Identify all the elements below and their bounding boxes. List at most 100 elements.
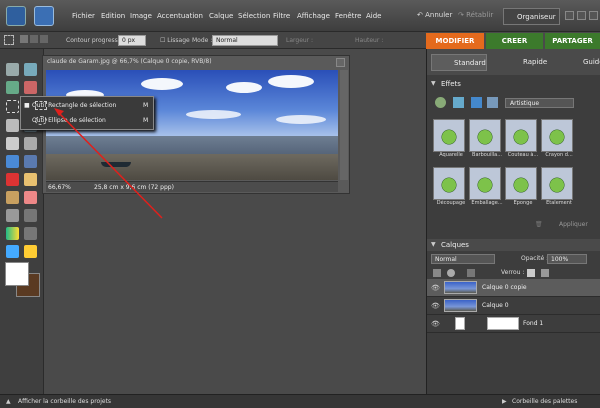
magic-wand-tool-icon[interactable]	[6, 119, 19, 132]
menu-filtre[interactable]: Filtre	[273, 12, 290, 20]
straighten-tool-icon[interactable]	[24, 155, 37, 168]
photo-effects-icon[interactable]	[471, 97, 482, 108]
clone-stamp-tool-icon[interactable]	[6, 191, 19, 204]
menu-image[interactable]: Image	[130, 12, 152, 20]
brush-tool-icon[interactable]	[6, 209, 19, 222]
flyout-item-rectangle[interactable]: ■ Outil Rectangle de sélection M	[24, 99, 151, 112]
layer-name: Calque 0	[482, 302, 509, 309]
blur-tool-icon[interactable]	[6, 245, 19, 258]
lock-transparency-icon[interactable]	[527, 269, 535, 277]
menu-aide[interactable]: Aide	[366, 12, 381, 20]
eye-icon[interactable]: 👁	[431, 320, 440, 328]
organizer-button[interactable]: Organiseur	[503, 8, 560, 25]
layer-row[interactable]: 👁 Fond 1	[427, 315, 600, 333]
minimize-icon[interactable]	[565, 11, 574, 20]
filters-icon[interactable]	[435, 97, 446, 108]
eye-icon[interactable]: 👁	[431, 302, 440, 310]
undo-button[interactable]: ↶ Annuler	[417, 11, 452, 19]
feather-input[interactable]: 0 px	[118, 35, 146, 46]
effect-thumb[interactable]: Crayon d...	[541, 119, 577, 158]
sponge-tool-icon[interactable]	[24, 245, 37, 258]
photo-sea	[46, 136, 338, 154]
type-tool-icon[interactable]	[6, 137, 19, 150]
camera-icon[interactable]	[6, 6, 26, 26]
effect-thumb[interactable]: Eponge	[505, 167, 541, 206]
eyedropper-tool-icon[interactable]	[24, 81, 37, 94]
effect-thumb[interactable]: Aquarelle	[433, 119, 469, 158]
maximize-icon[interactable]	[577, 11, 586, 20]
effect-preview	[469, 167, 501, 200]
move-tool-icon[interactable]	[6, 63, 19, 76]
gradient-tool-icon[interactable]	[6, 227, 19, 240]
layer-row[interactable]: 👁 Calque 0	[427, 297, 600, 315]
delete-layer-icon[interactable]	[467, 269, 475, 277]
layer-row[interactable]: 👁 Calque 0 copie	[427, 279, 600, 297]
effects-category-select[interactable]: Artistique	[505, 98, 574, 108]
project-bin-icon[interactable]: ▲	[6, 398, 11, 405]
menu-calque[interactable]: Calque	[209, 12, 233, 20]
close-icon[interactable]	[589, 11, 598, 20]
zoom-tool-icon[interactable]	[24, 63, 37, 76]
effect-thumb[interactable]: Découpage	[433, 167, 469, 206]
crop-tool-icon[interactable]	[24, 137, 37, 150]
adjustment-layer-icon[interactable]	[447, 269, 455, 277]
layer-name: Calque 0 copie	[482, 284, 527, 291]
subtab-standard[interactable]: Standard	[431, 54, 487, 71]
eraser-tool-icon[interactable]	[24, 191, 37, 204]
menu-fichier[interactable]: Fichier	[72, 12, 95, 20]
blend-mode-select[interactable]: Normal	[431, 254, 495, 264]
menu-fenetre[interactable]: Fenêtre	[335, 12, 361, 20]
healing-brush-tool-icon[interactable]	[24, 173, 37, 186]
menu-accentuation[interactable]: Accentuation	[157, 12, 203, 20]
mode-select[interactable]: Normal	[212, 35, 278, 46]
effect-label: Eponge	[513, 200, 533, 206]
tab-creer[interactable]: CREER	[486, 33, 543, 49]
effect-thumb[interactable]: Emballage...	[469, 167, 505, 206]
document-close-icon[interactable]	[336, 58, 345, 67]
tab-partager[interactable]: PARTAGER	[545, 33, 600, 49]
cookie-cutter-tool-icon[interactable]	[6, 155, 19, 168]
lock-all-icon[interactable]	[541, 269, 549, 277]
effect-thumb[interactable]: Etalement	[541, 167, 577, 206]
new-layer-icon[interactable]	[433, 269, 441, 277]
apply-button[interactable]: Appliquer	[559, 221, 588, 228]
red-eye-tool-icon[interactable]	[6, 173, 19, 186]
redo-button[interactable]: ↷ Rétablir	[458, 11, 493, 19]
flyout-item-shortcut: M	[143, 117, 149, 124]
paint-bucket-tool-icon[interactable]	[24, 209, 37, 222]
subtab-rapide[interactable]: Rapide	[501, 54, 551, 71]
custom-shape-tool-icon[interactable]	[24, 227, 37, 240]
menu-edition[interactable]: Edition	[101, 12, 125, 20]
antialias-checkbox[interactable]: ☐ Lissage	[160, 37, 190, 44]
opacity-input[interactable]: 100%	[547, 254, 587, 264]
effect-thumb[interactable]: Barbouilla...	[469, 119, 505, 158]
palette-bin-button[interactable]: Corbeille des palettes	[512, 398, 577, 405]
foreground-color-swatch[interactable]	[5, 262, 29, 286]
subtab-guide[interactable]: Guidé	[561, 54, 600, 71]
effect-label: Crayon d...	[545, 152, 573, 158]
hand-tool-icon[interactable]	[6, 81, 19, 94]
layer-thumbnail	[444, 299, 477, 312]
subtract-selection-icon[interactable]	[40, 35, 48, 43]
home-icon[interactable]	[34, 6, 54, 26]
eye-icon[interactable]: 👁	[431, 284, 440, 292]
new-selection-icon[interactable]	[20, 35, 28, 43]
effect-thumb[interactable]: Couteau à...	[505, 119, 541, 158]
palette-bin-icon[interactable]: ▶	[502, 398, 507, 405]
collapse-icon[interactable]: ▼	[431, 80, 436, 87]
layer-styles-icon[interactable]	[453, 97, 464, 108]
tab-modifier[interactable]: MODIFIER	[426, 33, 484, 49]
menu-affichage[interactable]: Affichage	[297, 12, 330, 20]
marquee-tool-flyout: ■ Outil Rectangle de sélection M Outil E…	[20, 96, 154, 130]
collapse-icon[interactable]: ▼	[431, 241, 436, 248]
trash-icon[interactable]: 🗑	[535, 221, 543, 228]
marquee-preset-icon[interactable]	[4, 35, 14, 45]
zoom-level[interactable]: 66,67%	[48, 184, 71, 191]
flyout-item-ellipse[interactable]: Outil Ellipse de sélection M	[24, 114, 151, 127]
document-scrollbar[interactable]	[340, 70, 348, 180]
show-project-bin-button[interactable]: Afficher la corbeille des projets	[18, 398, 111, 405]
menu-selection[interactable]: Sélection	[238, 12, 270, 20]
all-effects-icon[interactable]	[487, 97, 498, 108]
rectangle-marquee-tool-icon[interactable]	[6, 100, 19, 113]
add-selection-icon[interactable]	[30, 35, 38, 43]
